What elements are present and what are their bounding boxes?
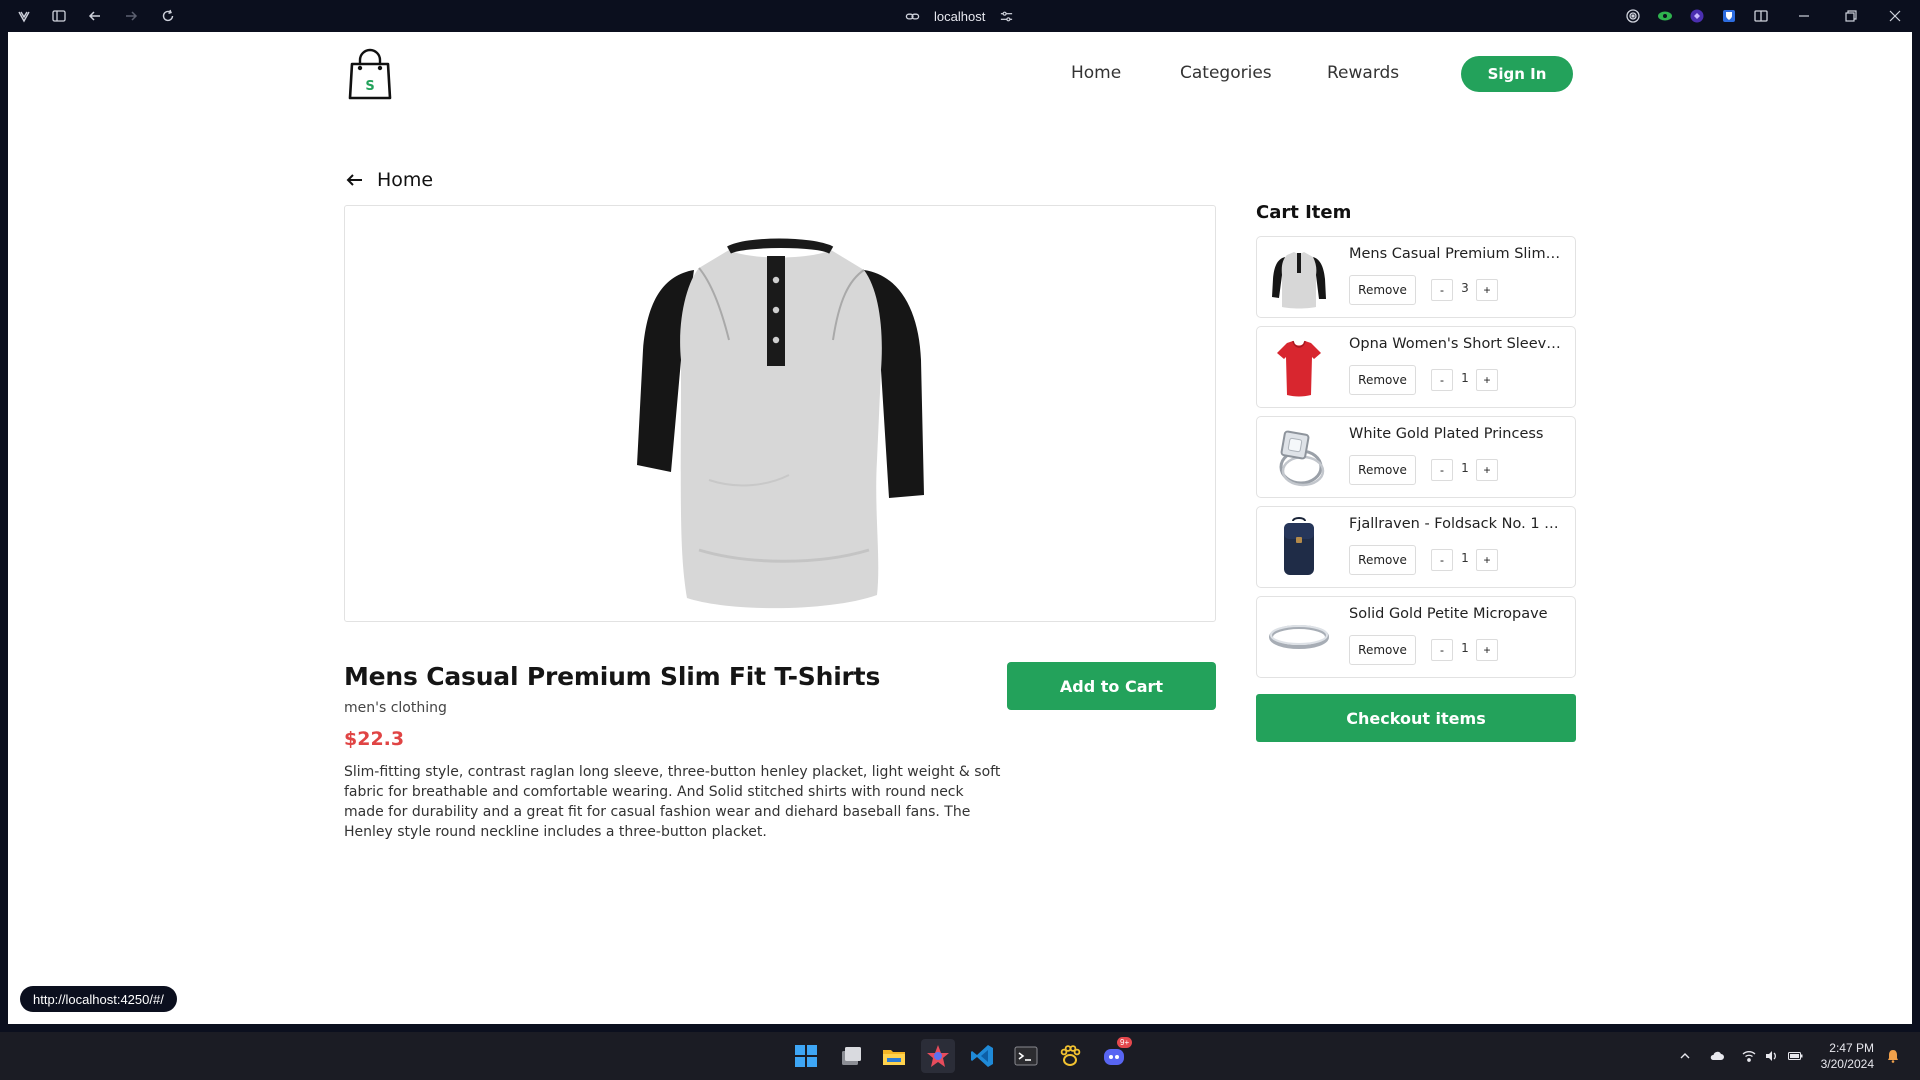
discord-icon[interactable]: 9+ [1097,1037,1133,1073]
decrease-qty-button[interactable]: - [1431,549,1453,571]
decrease-qty-button[interactable]: - [1431,369,1453,391]
decrease-qty-button[interactable]: - [1431,459,1453,481]
product-category: men's clothing [344,700,447,716]
cart-item-name[interactable]: Solid Gold Petite Micropave [1349,606,1564,622]
cart-item: Opna Women's Short Sleeve Moisture Remov… [1256,326,1576,408]
restore-icon[interactable] [1841,6,1861,26]
cart-item-thumbnail [1272,252,1326,309]
notification-badge: 9+ [1117,1037,1133,1048]
increase-qty-button[interactable]: + [1476,369,1498,391]
back-home-link[interactable]: Home [345,169,433,191]
wifi-icon[interactable] [1739,1046,1759,1066]
cloud-icon[interactable] [1707,1046,1727,1066]
nav-categories[interactable]: Categories [1180,63,1272,83]
remove-button[interactable]: Remove [1349,635,1416,665]
back-arrow-icon[interactable] [85,6,105,26]
increase-qty-button[interactable]: + [1476,549,1498,571]
cart-title: Cart Item [1256,202,1352,223]
product-description: Slim-fitting style, contrast raglan long… [344,764,1001,840]
cart-item-qty: 3 [1461,281,1469,295]
product-title: Mens Casual Premium Slim Fit T-Shirts [344,662,881,691]
notification-bell-icon[interactable] [1883,1046,1903,1066]
cart-item-thumbnail [1284,517,1314,575]
sidebar-toggle-icon[interactable] [49,6,69,26]
extension-purple-icon[interactable] [1687,6,1707,26]
minimize-icon[interactable] [1794,6,1814,26]
cart-item-qty: 1 [1461,641,1469,655]
add-to-cart-button[interactable]: Add to Cart [1007,662,1216,710]
back-label: Home [377,169,434,191]
nav-rewards[interactable]: Rewards [1327,63,1399,83]
bitwarden-shield-icon[interactable] [1719,6,1739,26]
system-clock[interactable]: 2:47 PM 3/20/2024 [1810,1040,1874,1072]
nav-home[interactable]: Home [1071,63,1121,83]
arrow-left-icon [346,174,362,186]
cart-item-name[interactable]: Fjallraven - Foldsack No. 1 Backpack, Fi… [1349,516,1564,532]
remove-button[interactable]: Remove [1349,275,1416,305]
remove-button[interactable]: Remove [1349,455,1416,485]
product-image-frame [344,205,1216,622]
cart-item-thumbnail [1279,430,1325,487]
increase-qty-button[interactable]: + [1476,459,1498,481]
clock-time: 2:47 PM [1829,1041,1874,1055]
product-image [637,238,924,609]
cart-item-qty: 1 [1461,461,1469,475]
forward-arrow-icon[interactable] [121,6,141,26]
page-viewport: S Home Categories Rewards Sign In Home M… [8,32,1912,1024]
cart-item: Fjallraven - Foldsack No. 1 Backpack, Fi… [1256,506,1576,588]
clock-date: 3/20/2024 [1820,1057,1874,1071]
cart-item: White Gold Plated Princess Remove - 1 + [1256,416,1576,498]
cart-item-qty: 1 [1461,371,1469,385]
shop-logo-icon[interactable]: S [344,46,396,102]
site-settings-icon[interactable] [999,9,1014,24]
cart-item: Solid Gold Petite Micropave Remove - 1 + [1256,596,1576,678]
terminal-icon[interactable] [1009,1039,1043,1073]
paw-app-icon[interactable] [1053,1039,1087,1073]
vscode-icon[interactable] [965,1039,999,1073]
status-bar-link: http://localhost:4250/#/ [20,986,177,1012]
cart-item-thumbnail [1269,625,1329,649]
product-price: $22.3 [344,728,405,750]
decrease-qty-button[interactable]: - [1431,279,1453,301]
cart-item-name[interactable]: White Gold Plated Princess [1349,426,1564,442]
split-view-icon[interactable] [1751,6,1771,26]
cart-list: Mens Casual Premium Slim Fit T-Shirts Re… [1256,236,1576,686]
taskbar: 9+ 2:47 PM 3/20/2024 [0,1032,1920,1080]
extension-target-icon[interactable] [1623,6,1643,26]
svg-text:S: S [365,79,374,94]
remove-button[interactable]: Remove [1349,365,1416,395]
increase-qty-button[interactable]: + [1476,279,1498,301]
browser-logo-icon[interactable] [14,6,34,26]
volume-icon[interactable] [1761,1046,1781,1066]
task-view-icon[interactable] [834,1039,868,1073]
browser-titlebar: localhost [0,0,1920,32]
extension-eye-icon[interactable] [1655,6,1675,26]
decrease-qty-button[interactable]: - [1431,639,1453,661]
file-explorer-icon[interactable] [877,1039,911,1073]
cart-item-name[interactable]: Opna Women's Short Sleeve Moisture [1349,336,1564,352]
remove-button[interactable]: Remove [1349,545,1416,575]
reload-icon[interactable] [158,6,178,26]
chevron-up-icon[interactable] [1675,1046,1695,1066]
battery-icon[interactable] [1785,1046,1805,1066]
increase-qty-button[interactable]: + [1476,639,1498,661]
cart-item: Mens Casual Premium Slim Fit T-Shirts Re… [1256,236,1576,318]
close-icon[interactable] [1885,6,1905,26]
url-text[interactable]: localhost [934,9,985,24]
start-windows-icon[interactable] [789,1039,823,1073]
address-bar[interactable]: localhost [905,6,1014,26]
sign-in-button[interactable]: Sign In [1461,56,1573,92]
link-icon [905,13,920,19]
cart-item-name[interactable]: Mens Casual Premium Slim Fit T-Shirts [1349,246,1564,262]
checkout-button[interactable]: Checkout items [1256,694,1576,742]
cart-item-thumbnail [1277,340,1321,397]
cart-item-qty: 1 [1461,551,1469,565]
browser-app-icon[interactable] [921,1039,955,1073]
